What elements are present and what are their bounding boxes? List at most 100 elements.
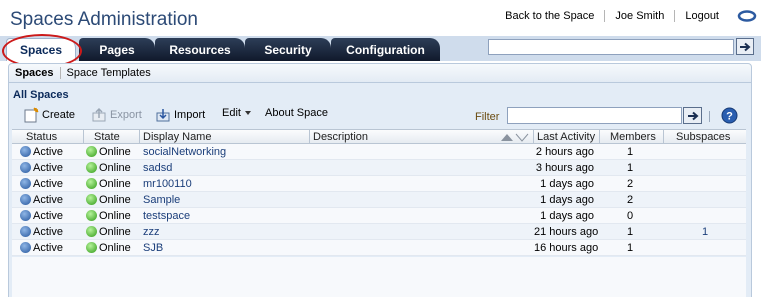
arrow-right-icon <box>740 42 751 51</box>
status-text: Active <box>33 210 63 222</box>
subspaces-link[interactable] <box>664 208 746 224</box>
filter-input[interactable] <box>507 107 682 124</box>
state-cell: Online <box>86 224 131 240</box>
svg-text:?: ? <box>726 111 733 123</box>
subspaces-link[interactable] <box>664 176 746 192</box>
last-activity-cell: 1 days ago <box>540 210 594 222</box>
tab-security[interactable]: Security <box>245 38 331 61</box>
spaces-toolbar: Create Export Import Edit About Space Fi… <box>9 106 753 126</box>
state-cell: Online <box>86 240 131 256</box>
display-name-link[interactable]: sadsd <box>143 160 172 176</box>
create-button[interactable]: Create <box>23 107 75 123</box>
table-row[interactable]: Active Online socialNetworking 2 hours a… <box>12 144 746 160</box>
last-activity-cell: 3 hours ago <box>535 162 594 174</box>
about-space-button[interactable]: About Space <box>265 107 328 119</box>
arrow-right-icon <box>687 111 699 120</box>
back-to-space-link[interactable]: Back to the Space <box>495 9 604 23</box>
edit-menu-button[interactable]: Edit <box>222 107 252 119</box>
display-name-link[interactable]: socialNetworking <box>143 144 226 160</box>
table-row[interactable]: Active Online mr100110 1 days ago 2 <box>12 176 746 192</box>
status-cell: Active <box>20 224 63 240</box>
active-status-icon <box>20 162 31 173</box>
subspaces-link[interactable] <box>664 160 746 176</box>
logout-link[interactable]: Logout <box>675 9 729 23</box>
column-header-state[interactable]: State <box>84 130 140 144</box>
column-header-description[interactable]: Description <box>310 130 534 144</box>
table-row[interactable]: Active Online zzz 21 hours ago 1 1 <box>12 224 746 240</box>
last-activity-cell: 1 days ago <box>540 178 594 190</box>
column-header-members[interactable]: Members <box>600 130 664 144</box>
help-icon[interactable]: ? <box>721 107 738 124</box>
active-status-icon <box>20 226 31 237</box>
tab-configuration[interactable]: Configuration <box>331 38 440 61</box>
filter-go-button[interactable] <box>683 107 702 124</box>
status-text: Active <box>33 194 63 206</box>
sort-icon[interactable] <box>499 132 529 142</box>
header-links: Back to the Space Joe Smith Logout <box>495 9 757 23</box>
tab-resources[interactable]: Resources <box>155 38 245 61</box>
display-name-link[interactable]: SJB <box>143 240 163 256</box>
members-cell: 1 <box>626 242 634 254</box>
spaces-table: Status State Display Name Description La… <box>12 129 746 256</box>
state-cell: Online <box>86 160 131 176</box>
subtab-spaces[interactable]: Spaces <box>9 67 60 79</box>
divider <box>709 111 710 122</box>
online-status-icon <box>86 162 97 173</box>
export-label: Export <box>110 109 142 121</box>
active-status-icon <box>20 146 31 157</box>
status-text: Active <box>33 162 63 174</box>
status-cell: Active <box>20 192 63 208</box>
subspaces-link[interactable] <box>664 144 746 160</box>
status-cell: Active <box>20 144 63 160</box>
description-header-label: Description <box>313 131 369 143</box>
column-header-display-name[interactable]: Display Name <box>140 130 310 144</box>
status-cell: Active <box>20 160 63 176</box>
status-text: Active <box>33 226 63 238</box>
status-text: Active <box>33 178 63 190</box>
state-text: Online <box>99 178 131 190</box>
subspaces-link[interactable]: 1 <box>664 224 746 240</box>
members-cell: 1 <box>626 146 634 158</box>
export-button[interactable]: Export <box>91 107 142 123</box>
state-cell: Online <box>86 192 131 208</box>
global-search-go-button[interactable] <box>736 38 754 55</box>
display-name-link[interactable]: Sample <box>143 192 180 208</box>
active-status-icon <box>20 210 31 221</box>
subspaces-link[interactable] <box>664 240 746 256</box>
subspaces-link[interactable] <box>664 192 746 208</box>
global-search-input[interactable] <box>488 39 734 55</box>
sub-tab-bar: Spaces Space Templates <box>8 63 752 83</box>
subtab-space-templates[interactable]: Space Templates <box>61 67 157 79</box>
members-cell: 1 <box>626 162 634 174</box>
app-header: Spaces Administration Back to the Space … <box>0 0 761 36</box>
online-status-icon <box>86 226 97 237</box>
online-status-icon <box>86 146 97 157</box>
tab-spaces[interactable]: Spaces <box>6 38 76 61</box>
display-name-link[interactable]: mr100110 <box>143 176 192 192</box>
table-row[interactable]: Active Online Sample 1 days ago 2 <box>12 192 746 208</box>
active-status-icon <box>20 194 31 205</box>
display-name-link[interactable]: testspace <box>143 208 190 224</box>
status-cell: Active <box>20 240 63 256</box>
about-space-label: About Space <box>265 107 328 119</box>
state-text: Online <box>99 226 131 238</box>
chevron-down-icon <box>244 111 251 115</box>
import-button[interactable]: Import <box>155 107 205 123</box>
tab-pages[interactable]: Pages <box>79 38 155 61</box>
column-header-status[interactable]: Status <box>12 130 84 144</box>
column-header-subspaces[interactable]: Subspaces <box>664 130 746 144</box>
table-header: Status State Display Name Description La… <box>12 129 746 144</box>
members-cell: 0 <box>626 210 634 222</box>
user-name-link[interactable]: Joe Smith <box>605 9 674 23</box>
state-text: Online <box>99 210 131 222</box>
last-activity-cell: 2 hours ago <box>535 146 594 158</box>
table-row[interactable]: Active Online SJB 16 hours ago 1 <box>12 240 746 256</box>
table-row[interactable]: Active Online sadsd 3 hours ago 1 <box>12 160 746 176</box>
table-row[interactable]: Active Online testspace 1 days ago 0 <box>12 208 746 224</box>
last-activity-cell: 1 days ago <box>540 194 594 206</box>
column-header-last-activity[interactable]: Last Activity <box>534 130 600 144</box>
members-cell: 1 <box>626 226 634 238</box>
display-name-link[interactable]: zzz <box>143 224 160 240</box>
create-label: Create <box>42 109 76 121</box>
export-icon <box>92 107 106 122</box>
